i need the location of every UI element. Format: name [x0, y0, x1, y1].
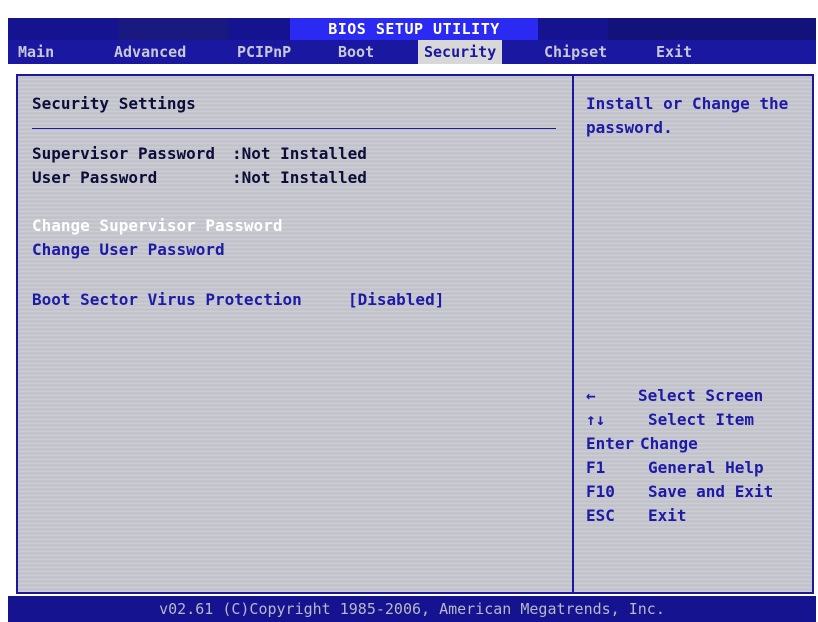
menu-main[interactable]: Main: [12, 40, 60, 64]
title-bar: BIOS SETUP UTILITY: [8, 18, 816, 40]
main-panel: Security Settings Supervisor Password :N…: [16, 74, 814, 594]
section-rule: [32, 128, 556, 129]
change-supervisor-password-option[interactable]: Change Supervisor Password: [32, 216, 282, 235]
section-title: Security Settings: [32, 94, 196, 113]
help-text-line1: Install or Change the: [586, 94, 789, 113]
menu-chipset[interactable]: Chipset: [538, 40, 613, 64]
help-text-line2: password.: [586, 118, 673, 137]
panel-divider: [572, 76, 574, 592]
user-password-label: User Password: [32, 168, 158, 187]
footer-bar: v02.61 (C)Copyright 1985-2006, American …: [8, 596, 816, 622]
bios-screen: BIOS SETUP UTILITY Main Advanced PCIPnP …: [0, 0, 818, 622]
key-select-item-label: Select Item: [648, 410, 754, 429]
change-user-password-option[interactable]: Change User Password: [32, 240, 225, 259]
user-password-value: :Not Installed: [232, 168, 367, 187]
boot-sector-virus-protection-value[interactable]: [Disabled]: [348, 290, 444, 309]
copyright-text: v02.61 (C)Copyright 1985-2006, American …: [159, 600, 665, 618]
boot-sector-virus-protection-label[interactable]: Boot Sector Virus Protection: [32, 290, 302, 309]
menu-exit[interactable]: Exit: [650, 40, 698, 64]
title-bar-shade-right: [608, 18, 816, 40]
key-f1: F1: [586, 458, 606, 477]
supervisor-password-label: Supervisor Password: [32, 144, 216, 163]
key-enter: Enter: [586, 434, 635, 453]
key-select-screen-label: Select Screen: [638, 386, 764, 405]
key-general-help-label: General Help: [648, 458, 764, 477]
menu-pcipnp[interactable]: PCIPnP: [231, 40, 297, 64]
key-up-down-icon: ↑↓: [586, 410, 606, 429]
menu-security[interactable]: Security: [418, 40, 503, 64]
menu-boot[interactable]: Boot: [332, 40, 380, 64]
key-change-label: Change: [640, 434, 698, 453]
key-save-exit-label: Save and Exit: [648, 482, 774, 501]
key-left-right-icon: ←: [586, 386, 596, 405]
app-title: BIOS SETUP UTILITY: [328, 20, 500, 38]
key-exit-label: Exit: [648, 506, 687, 525]
key-esc: ESC: [586, 506, 615, 525]
supervisor-password-value: :Not Installed: [232, 144, 367, 163]
title-bar-shade-left: [118, 18, 228, 40]
key-f10: F10: [586, 482, 615, 501]
menu-bar: Main Advanced PCIPnP Boot Security Chips…: [8, 40, 816, 64]
menu-advanced[interactable]: Advanced: [108, 40, 192, 64]
